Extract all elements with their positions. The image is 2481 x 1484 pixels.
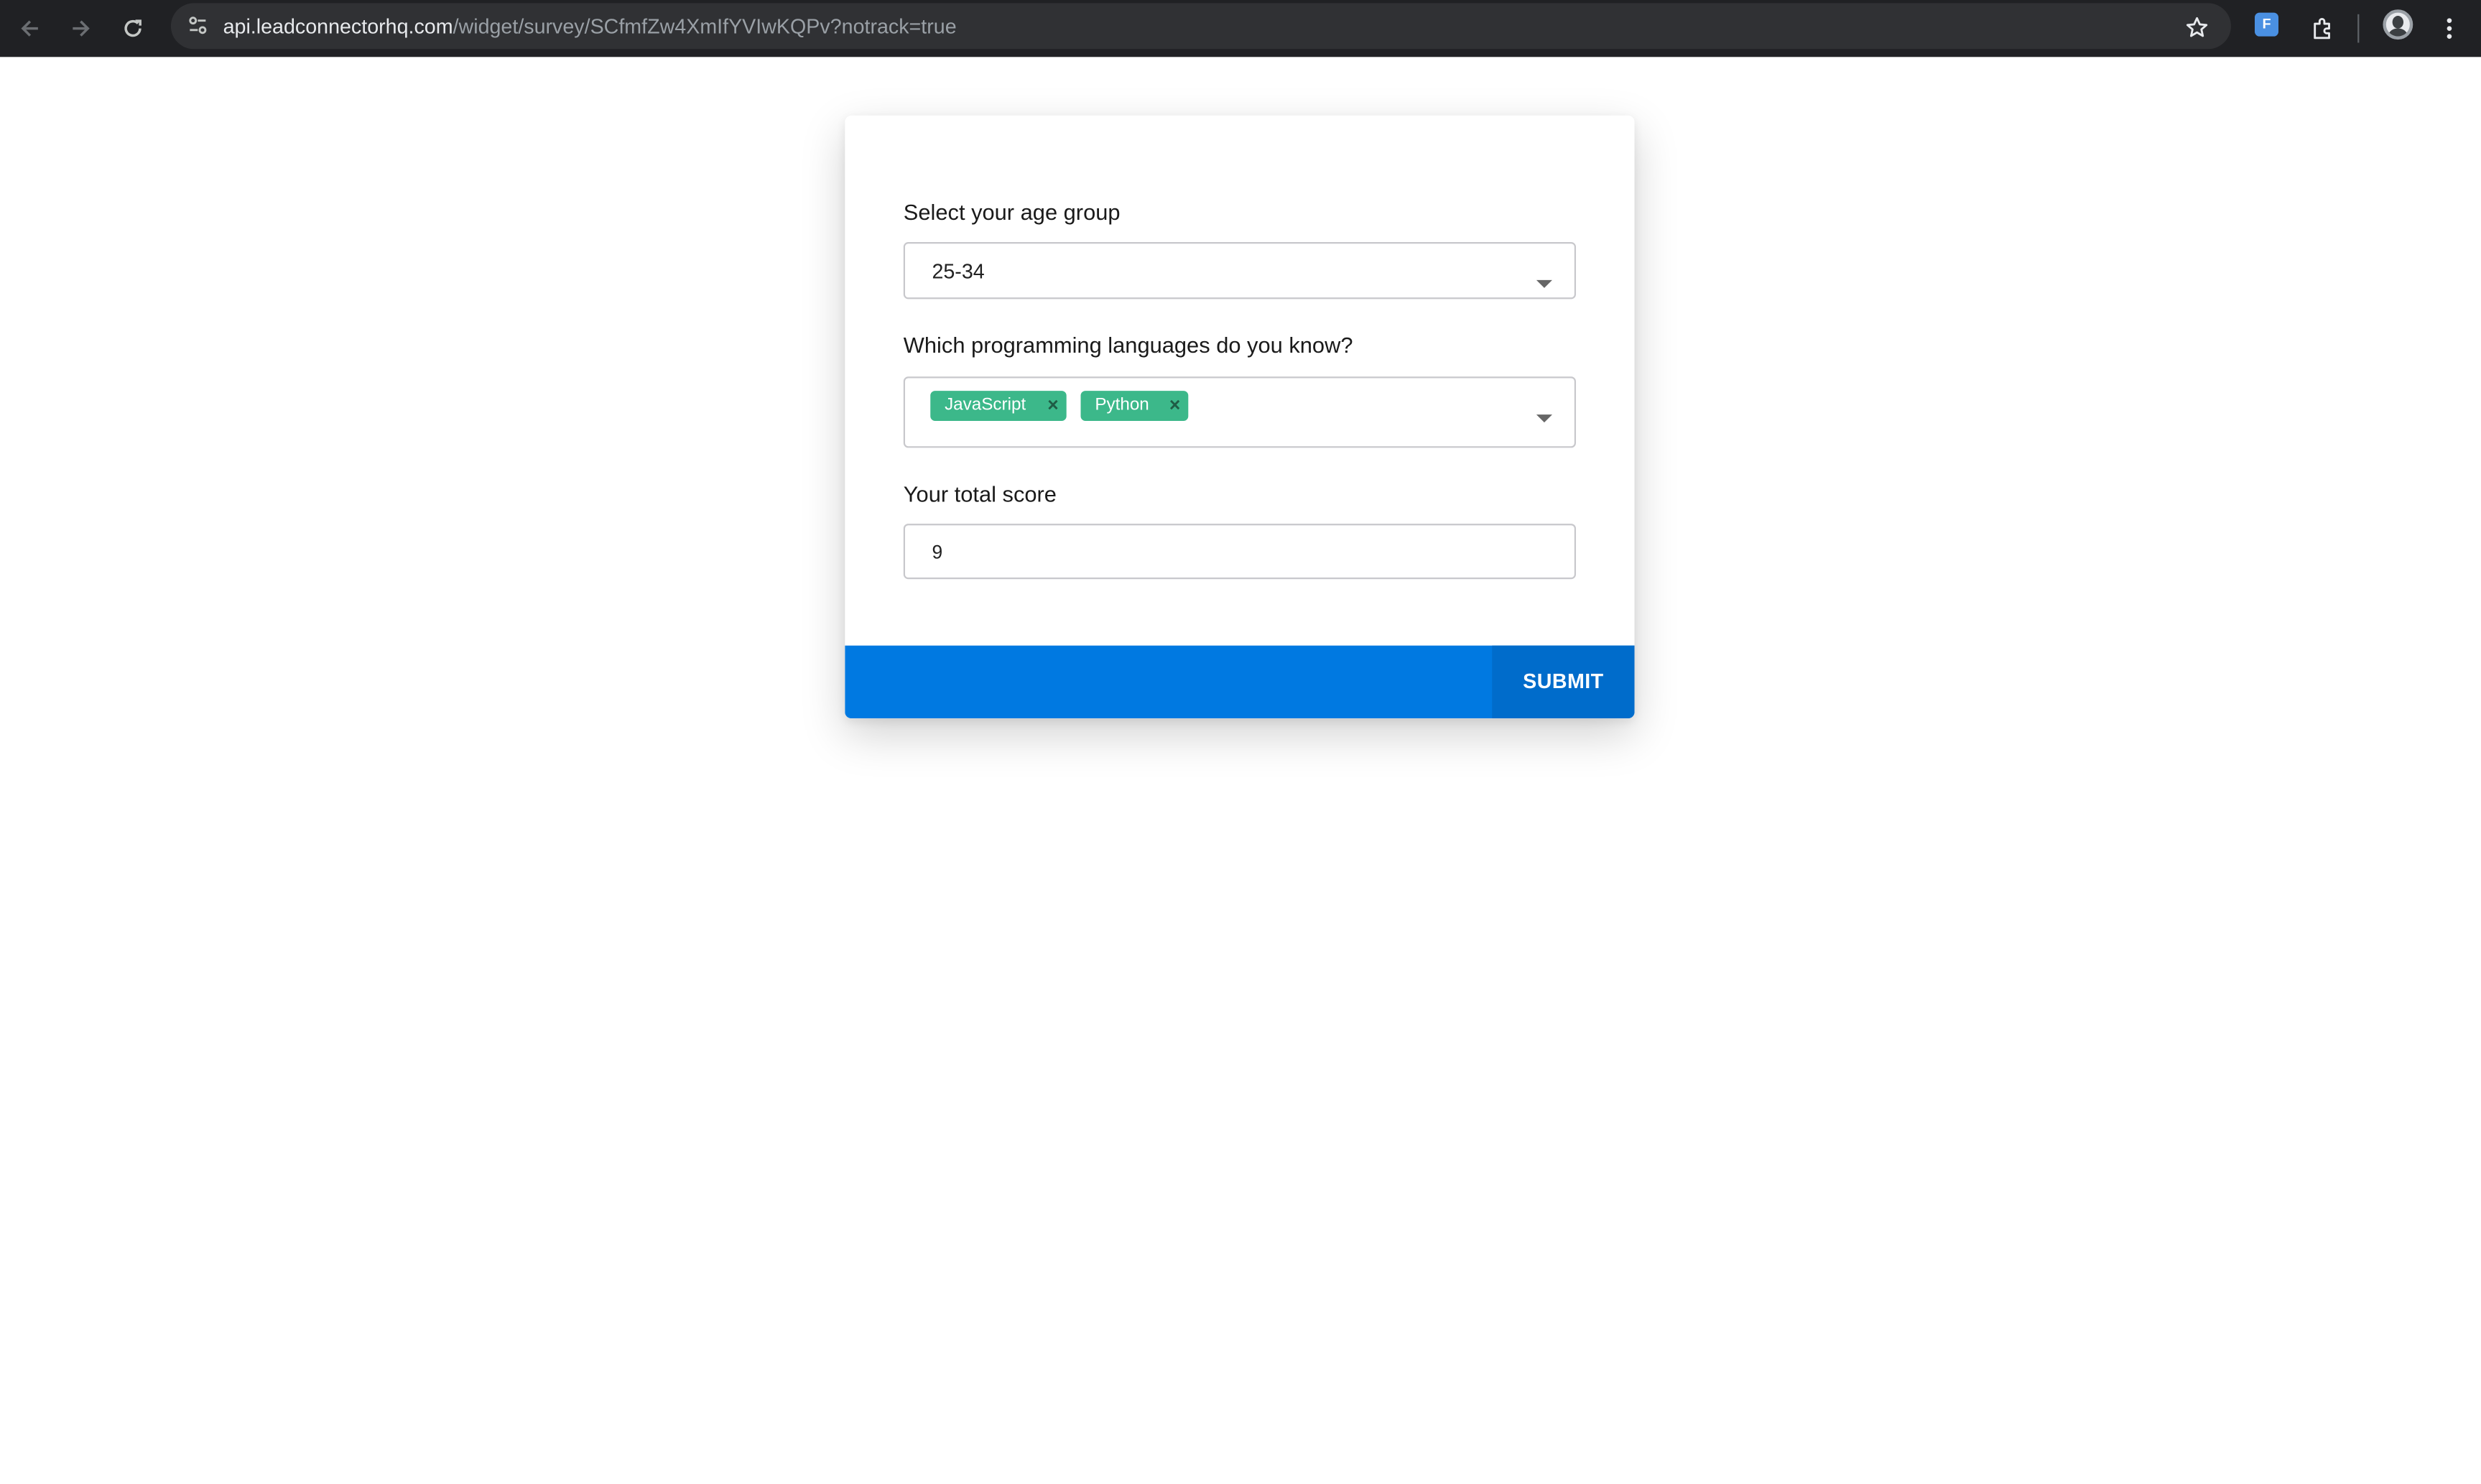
back-arrow-icon[interactable]	[9, 8, 50, 49]
tag-python-label: Python	[1095, 395, 1149, 415]
score-label: Your total score	[903, 481, 1057, 506]
menu-kebab-icon[interactable]	[2429, 8, 2470, 49]
tag-javascript-label: JavaScript	[945, 395, 1026, 415]
chevron-down-icon	[1536, 279, 1552, 288]
survey-card: Select your age group 25-34 Which progra…	[845, 115, 1635, 719]
submit-bar: SUBMIT	[845, 645, 1635, 719]
browser-toolbar: api.leadconnectorhq.com/widget/survey/SC…	[0, 0, 2481, 57]
extension-icon[interactable]: F	[2254, 12, 2279, 37]
extensions-puzzle-icon[interactable]	[2301, 8, 2342, 49]
toolbar-divider	[2357, 14, 2360, 43]
remove-tag-python-icon[interactable]: ×	[1169, 391, 1180, 421]
age-group-label: Select your age group	[903, 199, 1121, 225]
address-bar[interactable]: api.leadconnectorhq.com/widget/survey/SC…	[170, 3, 2231, 50]
site-info-icon[interactable]	[180, 8, 215, 42]
score-input[interactable]: 9	[903, 524, 1576, 580]
bookmark-star-icon[interactable]	[2176, 6, 2217, 47]
submit-button[interactable]: SUBMIT	[1492, 645, 1635, 719]
browser-window: api.leadconnectorhq.com/widget/survey/SC…	[0, 0, 2481, 1484]
url-path: /widget/survey/SCfmfZw4XmIfYVIwKQPv?notr…	[453, 14, 957, 38]
score-value: 9	[932, 541, 943, 564]
chevron-down-icon	[1536, 414, 1552, 423]
tag-javascript: JavaScript ×	[930, 391, 1067, 421]
age-group-select[interactable]: 25-34	[903, 242, 1576, 300]
remove-tag-javascript-icon[interactable]: ×	[1047, 391, 1058, 421]
url-host: api.leadconnectorhq.com	[223, 14, 453, 38]
languages-label: Which programming languages do you know?	[903, 332, 1353, 358]
languages-multiselect[interactable]: JavaScript × Python ×	[903, 376, 1576, 448]
tag-python: Python ×	[1080, 391, 1189, 421]
reload-icon[interactable]	[112, 8, 153, 49]
profile-avatar[interactable]	[2383, 9, 2413, 40]
age-group-value: 25-34	[932, 259, 985, 284]
forward-arrow-icon[interactable]	[60, 8, 101, 49]
url-text: api.leadconnectorhq.com/widget/survey/SC…	[223, 13, 957, 40]
